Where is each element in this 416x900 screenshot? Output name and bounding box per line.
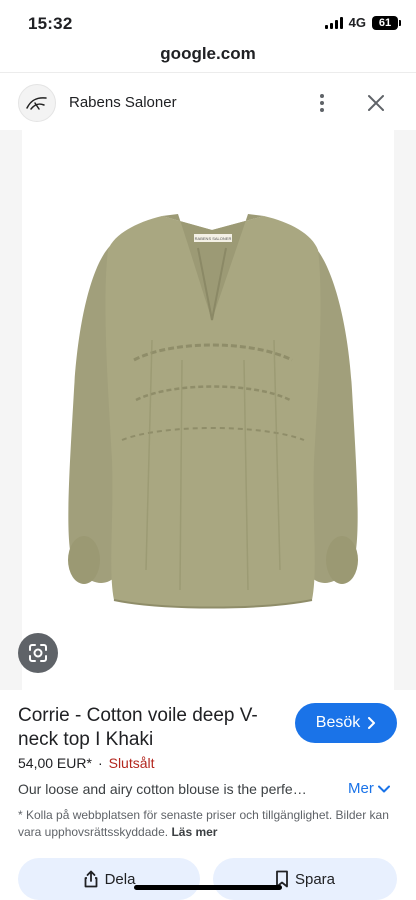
price: 54,00 EUR* <box>18 755 92 771</box>
status-bar: 15:32 4G 61 <box>0 0 416 44</box>
network-type: 4G <box>348 15 366 30</box>
more-button[interactable]: Mer <box>348 780 390 797</box>
bottom-actions: Dela Spara <box>0 858 416 900</box>
price-row: 54,00 EUR* · Slutsålt <box>18 755 155 771</box>
site-logo-icon[interactable] <box>18 84 56 122</box>
home-indicator[interactable] <box>134 885 282 890</box>
read-more-link[interactable]: Läs mer <box>171 825 217 839</box>
save-button[interactable]: Spara <box>213 858 397 900</box>
status-indicators: 4G 61 <box>324 15 401 30</box>
address-bar[interactable]: google.com <box>0 44 416 72</box>
product-image[interactable]: RABENS SALONER <box>22 130 394 690</box>
signal-icon <box>324 16 343 29</box>
site-name[interactable]: Rabens Saloner <box>69 94 177 111</box>
close-icon[interactable] <box>362 89 390 117</box>
share-button[interactable]: Dela <box>18 858 200 900</box>
visit-label: Besök <box>315 714 361 731</box>
disclaimer: * Kolla på webbplatsen för senaste prise… <box>18 807 398 841</box>
save-label: Spara <box>294 870 336 888</box>
share-icon <box>84 870 97 888</box>
more-vert-icon[interactable] <box>308 89 336 117</box>
product-title[interactable]: Corrie - Cotton voile deep V-neck top I … <box>18 704 276 752</box>
lens-icon[interactable] <box>18 633 58 673</box>
blouse-illustration: RABENS SALONER <box>68 214 358 609</box>
share-label: Dela <box>104 870 136 888</box>
status-time: 15:32 <box>28 14 73 33</box>
chevron-right-icon <box>368 717 376 729</box>
site-header: Rabens Saloner <box>0 72 416 130</box>
more-label: Mer <box>348 780 374 797</box>
product-description: Our loose and airy cotton blouse is the … <box>18 781 307 797</box>
visit-button[interactable]: Besök <box>295 703 397 743</box>
description-row: Our loose and airy cotton blouse is the … <box>18 780 398 801</box>
product-image-area[interactable]: RABENS SALONER <box>0 130 416 690</box>
separator: · <box>97 755 103 771</box>
garment-label: RABENS SALONER <box>195 236 232 241</box>
battery-level: 61 <box>378 16 392 29</box>
battery-icon: 61 <box>372 15 401 30</box>
chevron-down-icon <box>377 785 390 792</box>
stock-status: Slutsålt <box>108 755 155 771</box>
